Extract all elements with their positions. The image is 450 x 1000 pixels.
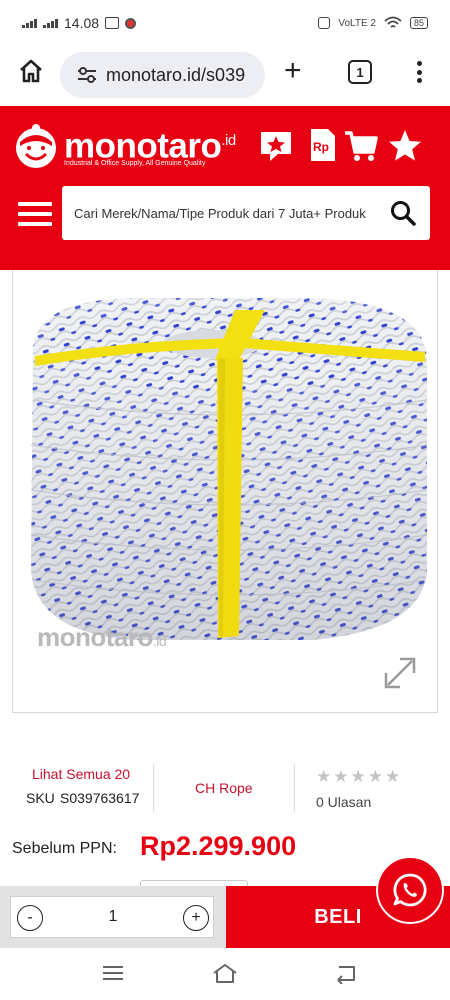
search-input[interactable] [74,205,384,221]
review-count[interactable]: 0 Ulasan [316,794,371,810]
quantity-area: - 1 + [0,886,226,948]
vibrate-icon [318,17,331,29]
expand-image-icon[interactable] [382,655,418,691]
back-icon[interactable] [332,962,358,984]
star-icon: ★ [316,767,332,786]
url-text: monotaro.id/s039 [106,64,246,85]
browser-toolbar: monotaro.id/s039 + 1 [0,46,450,106]
wifi-icon [384,16,402,28]
see-all-link[interactable]: Lihat Semua 20 [32,766,130,782]
system-nav-bar [0,948,450,1000]
battery-level: 85 [413,18,424,28]
star-icon: ★ [385,767,401,786]
home-icon[interactable] [18,58,44,84]
cart-icon[interactable] [343,128,379,164]
logo-tagline: Industrial & Office Supply, All Genuine … [64,160,206,167]
star-icon: ★ [350,767,366,786]
price-row: Sebelum PPN: Rp2.299.900 [0,830,450,870]
more-menu-icon[interactable] [412,58,426,86]
price-value: Rp2.299.900 [140,831,297,861]
price-list-icon[interactable]: Rp [306,128,342,164]
site-settings-icon[interactable] [76,65,98,85]
system-home-icon[interactable] [212,962,238,984]
sku-value: S039763617 [60,790,140,806]
sku-label: SKU [26,790,55,806]
recent-apps-icon[interactable] [100,962,126,984]
product-info-row: Lihat Semua 20 SKU S039763617 CH Rope ★ ★… [0,760,450,820]
divider [294,764,295,812]
star-icon: ★ [333,767,349,786]
tab-switcher-button[interactable]: 1 [348,60,372,84]
monotaro-logo[interactable]: monotaro.id Industrial & Office Supply, … [12,120,257,180]
search-box [62,186,430,240]
divider [153,764,154,812]
signal-icon-2 [43,18,58,28]
price-label: Sebelum PPN: [12,840,117,857]
product-image-card: monotaro.id [12,270,438,713]
increase-quantity-button[interactable]: + [183,905,209,931]
brand-link[interactable]: CH Rope [195,780,253,796]
gallery-icon [105,17,120,29]
battery-icon: 85 [409,17,428,29]
whatsapp-icon [393,873,427,907]
quantity-value[interactable]: 1 [71,908,155,926]
decrease-quantity-button[interactable]: - [17,905,43,931]
status-bar: 14.08 VoLTE 2 85 [0,0,450,46]
star-icon: ★ [367,767,383,786]
promo-chat-icon[interactable] [258,128,294,164]
network-label: VoLTE 2 [338,17,376,29]
whatsapp-chat-button[interactable] [376,856,444,924]
search-icon[interactable] [390,200,416,226]
site-header: monotaro.id Industrial & Office Supply, … [0,106,450,270]
hamburger-menu-icon[interactable] [18,202,52,226]
notification-icon [125,17,137,29]
quantity-stepper: - 1 + [10,896,214,938]
signal-icon [22,18,37,28]
mascot-icon [16,124,56,168]
favorite-star-icon[interactable] [387,128,423,164]
new-tab-plus-icon[interactable]: + [284,56,302,86]
address-bar[interactable]: monotaro.id/s039 [60,52,265,98]
clock: 14.08 [64,15,100,31]
watermark-logo: monotaro.id [37,622,167,652]
rating-stars: ★ ★ ★ ★ ★ [316,768,400,785]
